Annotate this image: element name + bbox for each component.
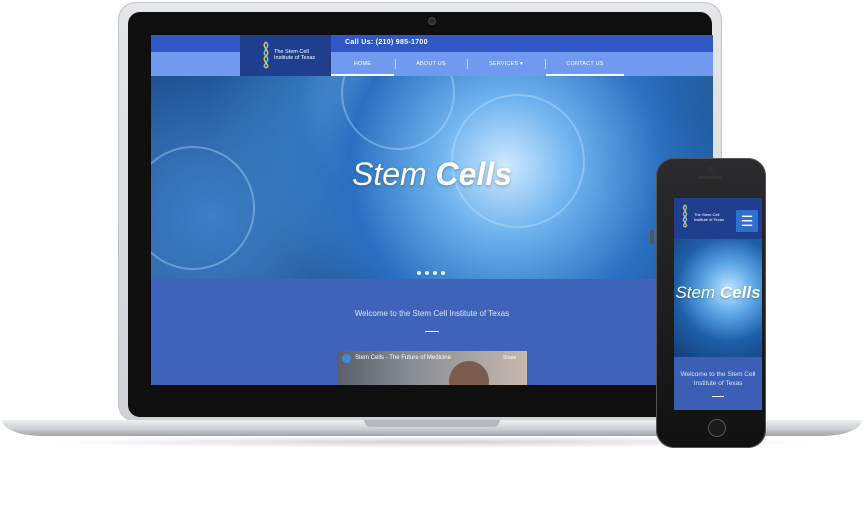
logo-line-2: Institute of Texas [694,217,724,222]
laptop-camera [429,18,435,24]
slider-dot[interactable] [417,271,421,275]
channel-avatar-icon [342,354,351,363]
phone-screen: The Stem Cell Institute of Texas ☰ Stem … [674,198,762,410]
call-us-link[interactable]: Call Us: (210) 985-1700 [345,39,428,46]
slider-dot[interactable] [425,271,429,275]
nav-home[interactable]: HOME [331,52,394,76]
video-title[interactable]: Stem Cells - The Future of Medicine [355,355,451,361]
laptop-notch [364,420,500,427]
hamburger-icon: ☰ [740,212,754,229]
slider-dot[interactable] [433,271,437,275]
phone-hero-title: Stem Cells [674,283,762,303]
phone-heading-divider [712,396,724,397]
phone-hero-title-light: Stem [675,283,716,302]
top-bar [151,35,713,52]
share-button[interactable]: Share [503,355,516,361]
phone-volume-button [650,230,654,244]
phone-speaker [698,176,722,179]
nav-contact[interactable]: CONTACT US [546,52,624,76]
welcome-section: Welcome to the Stem Cell Institute of Te… [151,279,713,385]
hamburger-menu-button[interactable]: ☰ [736,210,758,232]
video-thumbnail-person [449,361,489,385]
phone-welcome-heading: Welcome to the Stem Cell Institute of Te… [680,371,756,387]
phone-home-button [708,419,726,437]
phone-logo-text[interactable]: The Stem Cell Institute of Texas [694,212,724,222]
helix-logo-icon [682,204,688,228]
hero-title-light: Stem [351,156,427,192]
phone-hero-title-bold: Cells [719,283,761,302]
cell-image [341,76,455,150]
heading-divider [425,331,439,332]
laptop-screen: Call Us: (210) 985-1700 The Stem Cell In… [151,35,713,385]
nav-about[interactable]: ABOUT US [396,52,466,76]
logo-text: The Stem Cell Institute of Texas [274,49,315,61]
phone-camera [708,167,713,172]
hero-slider: Stem Cells [151,76,713,279]
hero-title-bold: Cells [435,156,513,192]
video-embed[interactable]: Stem Cells - The Future of Medicine Shar… [337,351,527,385]
hero-title: Stem Cells [151,156,713,193]
welcome-heading: Welcome to the Stem Cell Institute of Te… [354,309,510,318]
site-logo[interactable]: The Stem Cell Institute of Texas [240,35,331,76]
slider-dot[interactable] [441,271,445,275]
nav-services[interactable]: SERVICES ▾ [468,52,544,76]
logo-line-2: Institute of Texas [274,55,316,61]
helix-logo-icon [263,41,269,69]
